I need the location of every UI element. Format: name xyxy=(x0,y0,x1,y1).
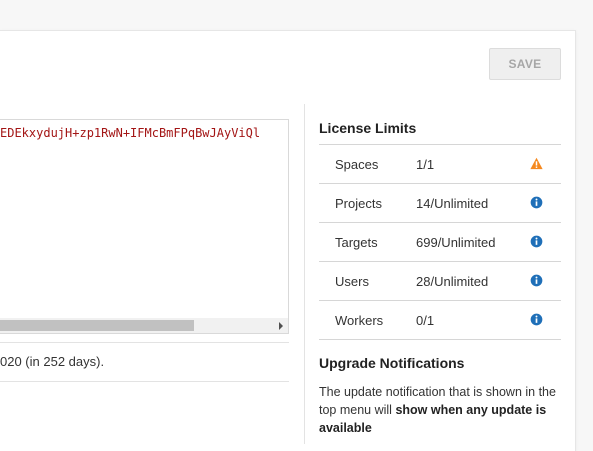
upgrade-notifications-title: Upgrade Notifications xyxy=(319,355,465,371)
scrollbar-thumb[interactable] xyxy=(0,320,194,331)
info-icon[interactable] xyxy=(530,235,543,248)
limit-name: Workers xyxy=(335,313,384,328)
limit-value: 0/1 xyxy=(416,313,435,328)
license-limits-table: Spaces 1/1 Projects 14/Unlimited Targets… xyxy=(319,144,561,340)
info-icon[interactable] xyxy=(530,274,543,287)
horizontal-scrollbar[interactable] xyxy=(0,318,288,333)
scroll-right-arrow-icon[interactable] xyxy=(279,322,283,330)
license-limits-title: License Limits xyxy=(319,120,417,136)
limit-row-spaces: Spaces 1/1 xyxy=(319,145,561,184)
limit-row-targets: Targets 699/Unlimited xyxy=(319,223,561,262)
info-icon[interactable] xyxy=(530,313,543,326)
info-icon[interactable] xyxy=(530,196,543,209)
license-expiry-text: 020 (in 252 days). xyxy=(0,354,105,369)
limit-name: Users xyxy=(335,274,369,289)
limit-value: 699/Unlimited xyxy=(416,235,496,250)
limit-name: Targets xyxy=(335,235,378,250)
limit-value: 14/Unlimited xyxy=(416,196,489,211)
limit-value: 1/1 xyxy=(416,157,435,172)
limit-row-projects: Projects 14/Unlimited xyxy=(319,184,561,223)
divider xyxy=(0,381,289,382)
upgrade-notifications-description: The update notification that is shown in… xyxy=(319,383,569,437)
limit-row-users: Users 28/Unlimited xyxy=(319,262,561,301)
warning-icon[interactable] xyxy=(530,157,543,170)
license-key-editor[interactable]: EDEkxydujH+zp1RwN+IFMcBmFPqBwJAyViQl xyxy=(0,119,289,334)
divider xyxy=(0,342,289,343)
column-divider xyxy=(304,104,305,444)
limit-value: 28/Unlimited xyxy=(416,274,489,289)
limit-name: Projects xyxy=(335,196,382,211)
limit-name: Spaces xyxy=(335,157,379,172)
license-key-text[interactable]: EDEkxydujH+zp1RwN+IFMcBmFPqBwJAyViQl xyxy=(0,125,286,141)
limit-row-workers: Workers 0/1 xyxy=(319,301,561,340)
save-button[interactable]: SAVE xyxy=(489,48,561,80)
